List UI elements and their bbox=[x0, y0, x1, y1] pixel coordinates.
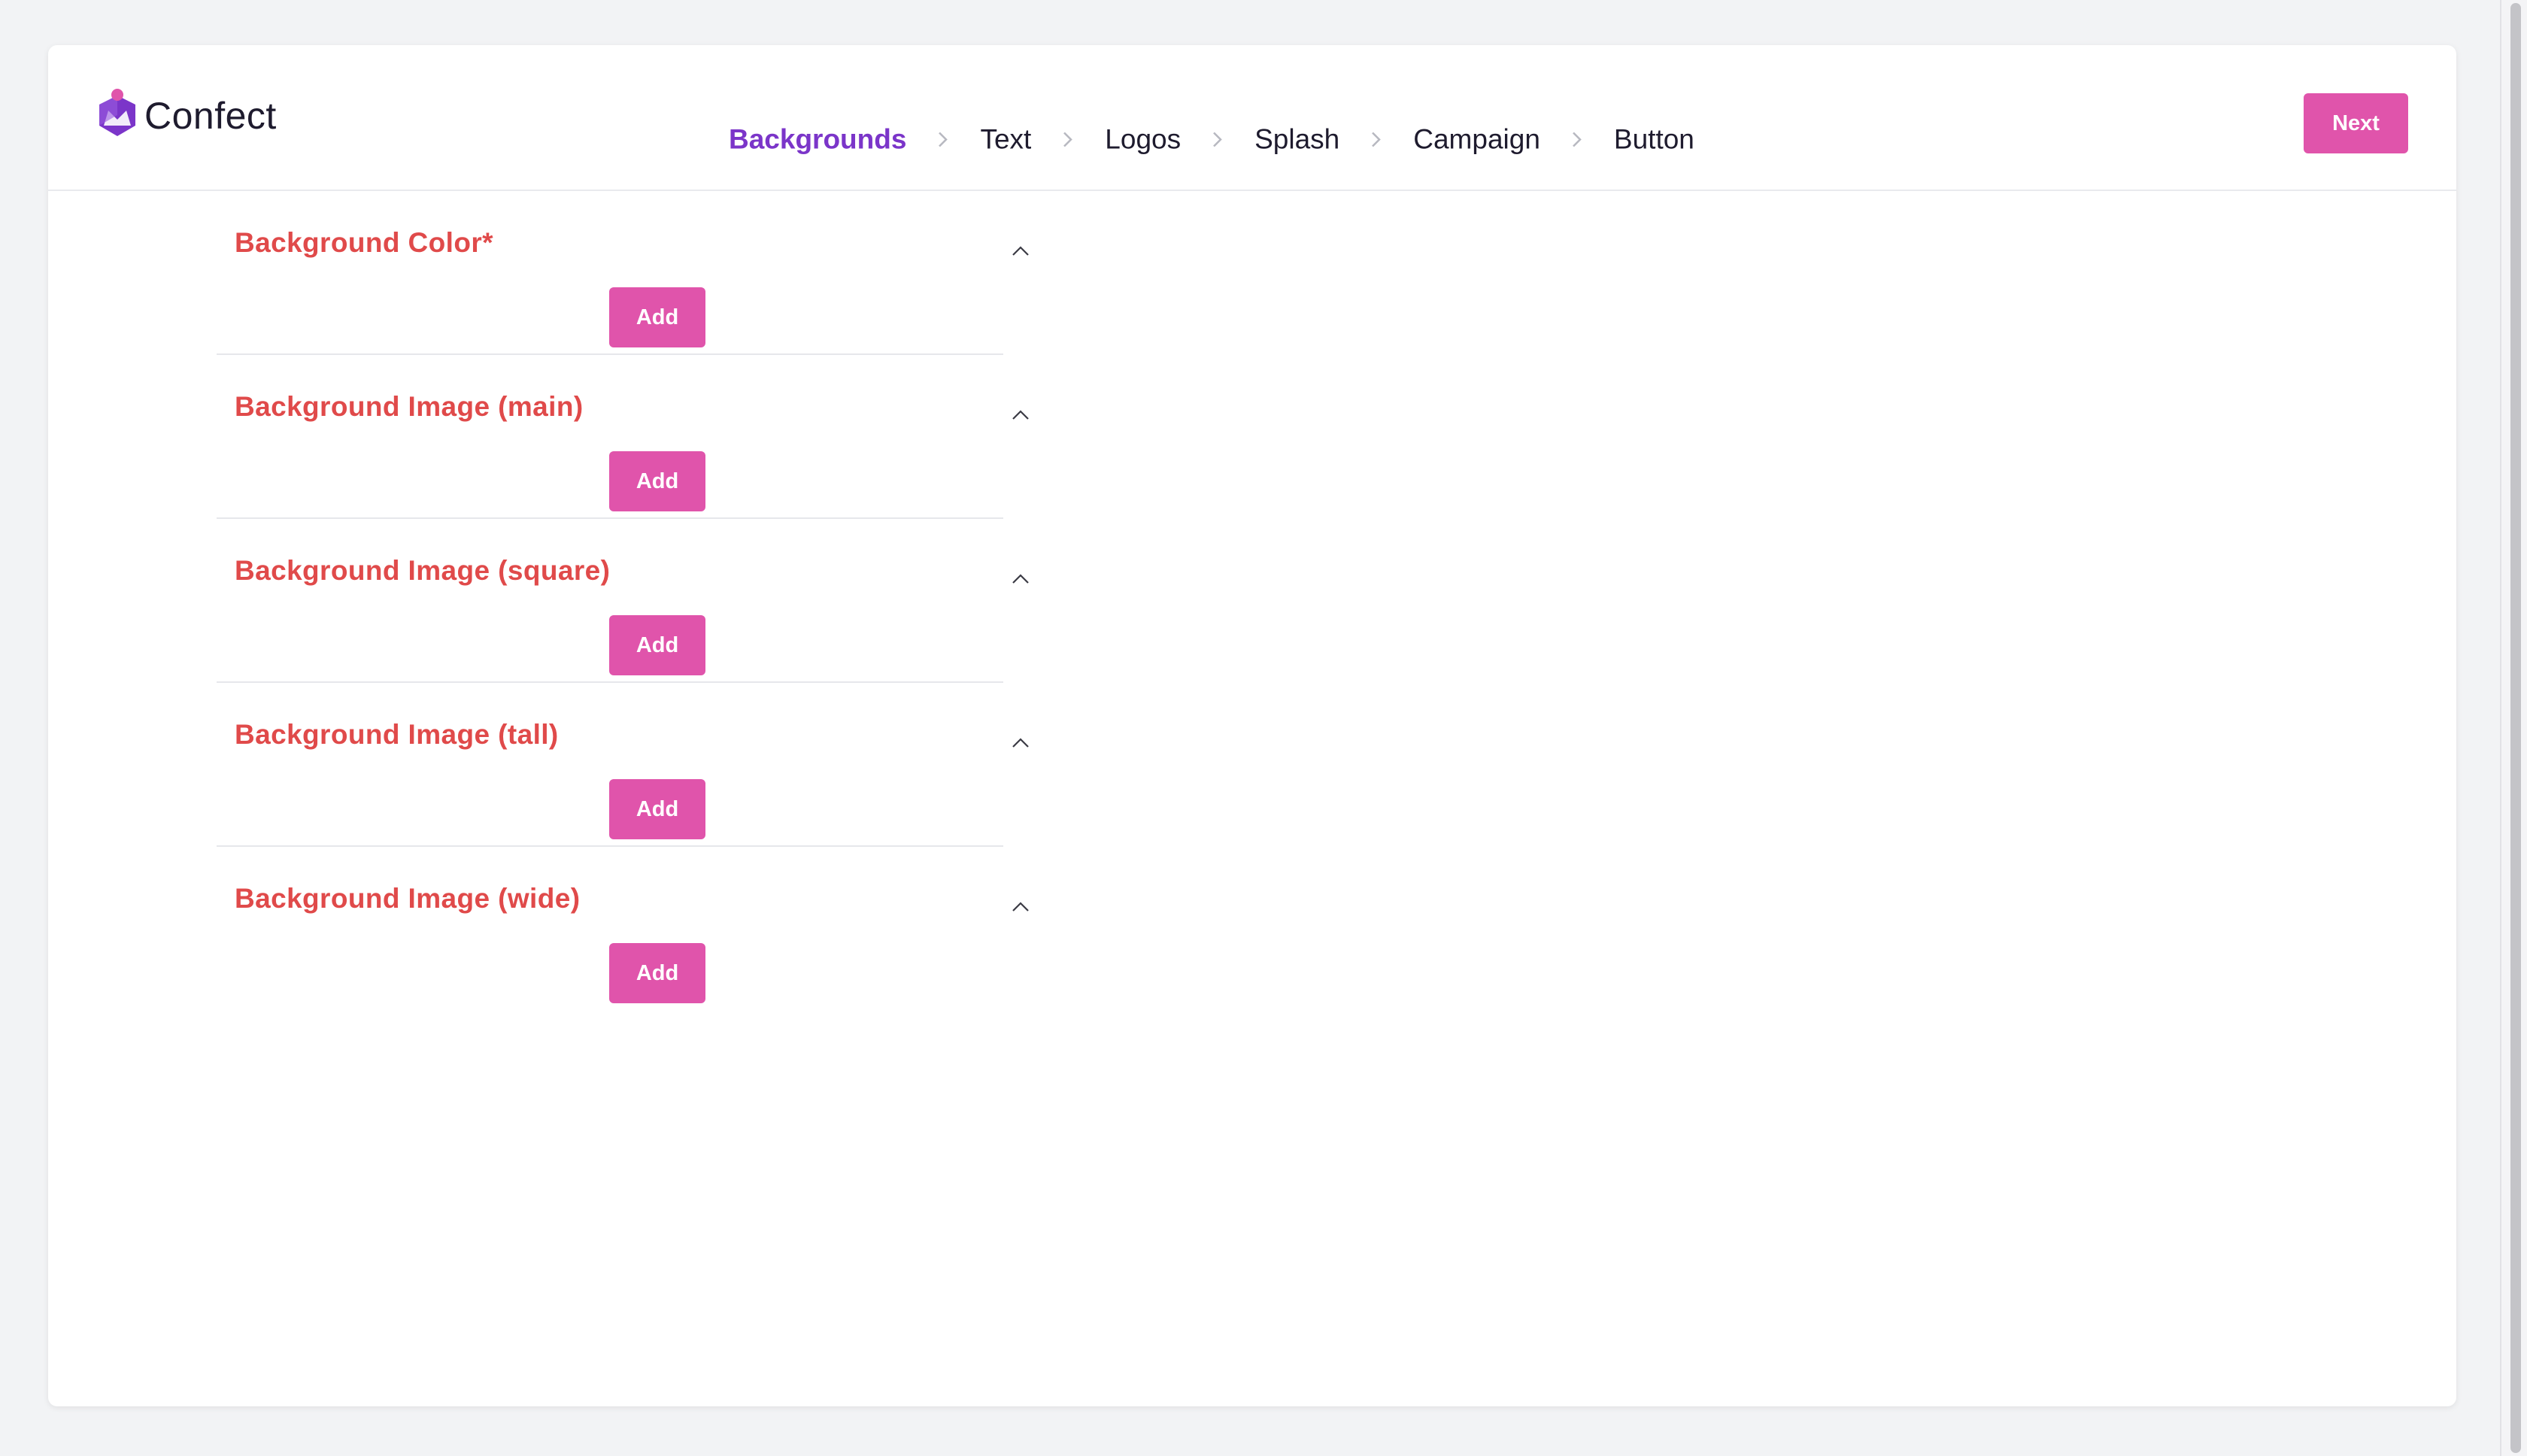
editor-card: Confect Backgrounds Text Logos Splash Ca… bbox=[48, 45, 2456, 1406]
section-background-image-square: Background Image (square) Add bbox=[217, 519, 1029, 683]
step-button[interactable]: Button bbox=[1614, 126, 1694, 153]
add-button[interactable]: Add bbox=[609, 615, 705, 675]
chevron-right-icon bbox=[1211, 129, 1224, 149]
wizard-steps: Backgrounds Text Logos Splash Campaign B… bbox=[729, 126, 1694, 153]
chevron-up-icon[interactable] bbox=[1009, 736, 1032, 751]
step-text[interactable]: Text bbox=[980, 126, 1031, 153]
brand-name: Confect bbox=[144, 95, 277, 137]
add-button[interactable]: Add bbox=[609, 779, 705, 839]
background-sections: Background Color* Add Background Image (… bbox=[217, 191, 1029, 1009]
section-background-image-tall: Background Image (tall) Add bbox=[217, 683, 1029, 847]
section-title: Background Color* bbox=[235, 227, 493, 258]
step-logos[interactable]: Logos bbox=[1105, 126, 1181, 153]
step-campaign[interactable]: Campaign bbox=[1413, 126, 1540, 153]
chevron-up-icon[interactable] bbox=[1009, 899, 1032, 915]
section-title: Background Image (wide) bbox=[235, 883, 581, 914]
step-backgrounds[interactable]: Backgrounds bbox=[729, 126, 906, 153]
brand-logo[interactable]: Confect bbox=[95, 88, 277, 144]
add-button[interactable]: Add bbox=[609, 943, 705, 1003]
section-background-color: Background Color* Add bbox=[217, 191, 1029, 355]
chevron-right-icon bbox=[936, 129, 950, 149]
top-bar: Confect Backgrounds Text Logos Splash Ca… bbox=[48, 45, 2456, 191]
add-button[interactable]: Add bbox=[609, 451, 705, 511]
section-title: Background Image (square) bbox=[235, 555, 611, 586]
chevron-right-icon bbox=[1061, 129, 1075, 149]
section-background-image-main: Background Image (main) Add bbox=[217, 355, 1029, 519]
chevron-up-icon[interactable] bbox=[1009, 408, 1032, 423]
step-splash[interactable]: Splash bbox=[1254, 126, 1339, 153]
chevron-right-icon bbox=[1570, 129, 1584, 149]
section-title: Background Image (main) bbox=[235, 391, 584, 422]
section-title: Background Image (tall) bbox=[235, 719, 559, 750]
confect-logo-icon bbox=[95, 88, 140, 144]
section-background-image-wide: Background Image (wide) Add bbox=[217, 847, 1029, 1009]
next-button[interactable]: Next bbox=[2304, 93, 2408, 153]
page-scrollbar[interactable] bbox=[2500, 0, 2527, 1456]
chevron-right-icon bbox=[1370, 129, 1383, 149]
scrollbar-thumb[interactable] bbox=[2510, 3, 2521, 1453]
add-button[interactable]: Add bbox=[609, 287, 705, 347]
chevron-up-icon[interactable] bbox=[1009, 572, 1032, 587]
chevron-up-icon[interactable] bbox=[1009, 244, 1032, 259]
